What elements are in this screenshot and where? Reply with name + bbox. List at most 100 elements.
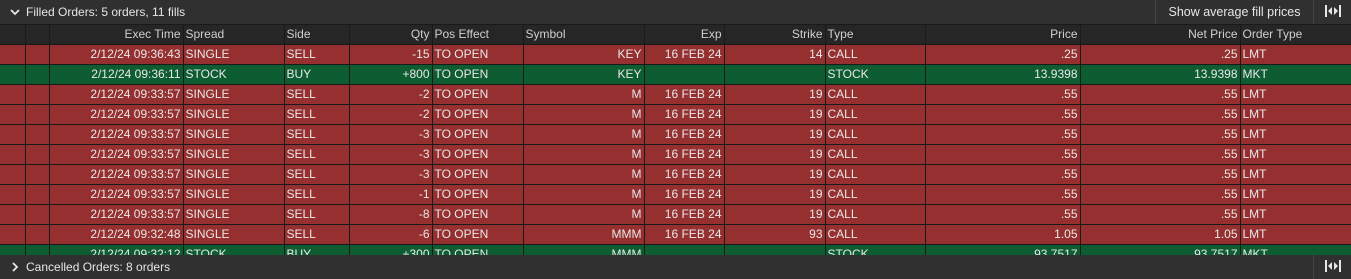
column-header-price[interactable]: Price <box>925 25 1081 45</box>
cell-spread: SINGLE <box>183 224 285 245</box>
cell-pos-effect: TO OPEN <box>432 224 524 245</box>
cancelled-orders-header[interactable]: Cancelled Orders: 8 orders <box>0 255 1351 279</box>
cell-price: .55 <box>925 204 1081 225</box>
table-row[interactable]: 2/12/24 09:33:57 SINGLE SELL -8 TO OPEN M 16 F… <box>0 204 1351 225</box>
table-row[interactable]: 2/12/24 09:33:57 SINGLE SELL -3 TO OPEN M 16 F… <box>0 164 1351 185</box>
pin-panel-icon <box>1324 4 1342 21</box>
column-header-side[interactable]: Side <box>284 25 350 45</box>
cell-side: SELL <box>284 104 350 125</box>
cell-type: CALL <box>825 84 926 105</box>
cell-spacer <box>0 124 26 145</box>
cell-side: SELL <box>284 144 350 165</box>
cell-spacer2 <box>25 124 50 145</box>
pin-panel-button[interactable] <box>1313 255 1351 279</box>
column-header-pos-effect[interactable]: Pos Effect <box>432 25 524 45</box>
cell-type: CALL <box>825 224 926 245</box>
cell-exec-time: 2/12/24 09:33:57 <box>49 204 184 225</box>
cell-price: .55 <box>925 104 1081 125</box>
cell-strike: 19 <box>724 184 826 205</box>
cell-strike: 19 <box>724 84 826 105</box>
show-average-fill-prices-button[interactable]: Show average fill prices <box>1155 0 1313 24</box>
cell-type: CALL <box>825 164 926 185</box>
cell-net-price: .55 <box>1080 204 1241 225</box>
cell-price: .25 <box>925 44 1081 65</box>
column-header-symbol[interactable]: Symbol <box>523 25 645 45</box>
cell-order-type: LMT <box>1240 164 1351 185</box>
cell-pos-effect: TO OPEN <box>432 84 524 105</box>
cell-exp: 16 FEB 24 <box>644 204 725 225</box>
cell-symbol: M <box>523 84 645 105</box>
cell-side: SELL <box>284 164 350 185</box>
table-row[interactable]: 2/12/24 09:33:57 SINGLE SELL -2 TO OPEN M 16 F… <box>0 104 1351 125</box>
cell-strike: 19 <box>724 204 826 225</box>
table-row[interactable]: 2/12/24 09:32:48 SINGLE SELL -6 TO OPEN MMM 16… <box>0 224 1351 245</box>
cell-pos-effect: TO OPEN <box>432 204 524 225</box>
cell-qty: -2 <box>349 84 433 105</box>
cell-exp: 16 FEB 24 <box>644 124 725 145</box>
cell-spacer2 <box>25 164 50 185</box>
column-header-exec-time[interactable]: Exec Time <box>49 25 184 45</box>
pin-panel-icon <box>1324 259 1342 276</box>
column-header-net-price[interactable]: Net Price <box>1080 25 1241 45</box>
cell-type: CALL <box>825 104 926 125</box>
column-header-type[interactable]: Type <box>825 25 926 45</box>
cell-type: CALL <box>825 144 926 165</box>
cell-pos-effect: TO OPEN <box>432 104 524 125</box>
cell-symbol: M <box>523 184 645 205</box>
cell-exp: 16 FEB 24 <box>644 184 725 205</box>
cell-pos-effect: TO OPEN <box>432 164 524 185</box>
cell-strike: 19 <box>724 144 826 165</box>
cell-qty: +800 <box>349 64 433 85</box>
cell-order-type: LMT <box>1240 184 1351 205</box>
table-row[interactable]: 2/12/24 09:33:57 SINGLE SELL -3 TO OPEN M 16 F… <box>0 144 1351 165</box>
cell-strike: 19 <box>724 164 826 185</box>
cell-type: CALL <box>825 124 926 145</box>
cell-symbol: M <box>523 144 645 165</box>
table-row[interactable]: 2/12/24 09:36:43 SINGLE SELL -15 TO OPEN KEY 1… <box>0 44 1351 65</box>
cell-symbol: KEY <box>523 64 645 85</box>
table-row[interactable]: 2/12/24 09:33:57 SINGLE SELL -3 TO OPEN M 16 F… <box>0 124 1351 145</box>
cell-pos-effect: TO OPEN <box>432 44 524 65</box>
cell-price: 13.9398 <box>925 64 1081 85</box>
filled-orders-header[interactable]: Filled Orders: 5 orders, 11 fills Show a… <box>0 0 1351 25</box>
cell-net-price: 13.9398 <box>1080 64 1241 85</box>
cell-order-type: LMT <box>1240 44 1351 65</box>
cell-spacer <box>0 204 26 225</box>
cell-spacer2 <box>25 44 50 65</box>
cell-spacer2 <box>25 144 50 165</box>
pin-panel-button[interactable] <box>1313 0 1351 24</box>
cell-exec-time: 2/12/24 09:36:43 <box>49 44 184 65</box>
table-row[interactable]: 2/12/24 09:36:11 STOCK BUY +800 TO OPEN KEY ST… <box>0 64 1351 85</box>
cell-qty: -2 <box>349 104 433 125</box>
column-header-qty[interactable]: Qty <box>349 25 433 45</box>
cell-spread: SINGLE <box>183 44 285 65</box>
table-row[interactable]: 2/12/24 09:33:57 SINGLE SELL -2 TO OPEN M 16 F… <box>0 84 1351 105</box>
cell-side: SELL <box>284 124 350 145</box>
chevron-right-icon[interactable] <box>8 260 22 274</box>
cell-type: CALL <box>825 44 926 65</box>
cell-pos-effect: TO OPEN <box>432 144 524 165</box>
cell-exec-time: 2/12/24 09:36:11 <box>49 64 184 85</box>
cell-exec-time: 2/12/24 09:33:57 <box>49 164 184 185</box>
column-header-order-type[interactable]: Order Type <box>1240 25 1351 45</box>
cell-spacer <box>0 184 26 205</box>
cell-price: .55 <box>925 164 1081 185</box>
cell-qty: -8 <box>349 204 433 225</box>
cell-net-price: .55 <box>1080 124 1241 145</box>
cell-spacer2 <box>25 84 50 105</box>
chevron-down-icon[interactable] <box>8 5 22 19</box>
table-row[interactable]: 2/12/24 09:33:57 SINGLE SELL -1 TO OPEN M 16 F… <box>0 184 1351 205</box>
cell-spread: STOCK <box>183 64 285 85</box>
column-header-exp[interactable]: Exp <box>644 25 725 45</box>
cell-spread: SINGLE <box>183 124 285 145</box>
table-header-row: Exec Time Spread Side Qty Pos Effect Sym… <box>0 25 1351 45</box>
column-header-spread[interactable]: Spread <box>183 25 285 45</box>
cell-exp: 16 FEB 24 <box>644 104 725 125</box>
cell-net-price: 1.05 <box>1080 224 1241 245</box>
cell-strike: 14 <box>724 44 826 65</box>
cell-symbol: M <box>523 164 645 185</box>
cell-exp: 16 FEB 24 <box>644 164 725 185</box>
column-header-strike[interactable]: Strike <box>724 25 826 45</box>
cell-strike <box>724 64 826 85</box>
cell-spacer <box>0 84 26 105</box>
